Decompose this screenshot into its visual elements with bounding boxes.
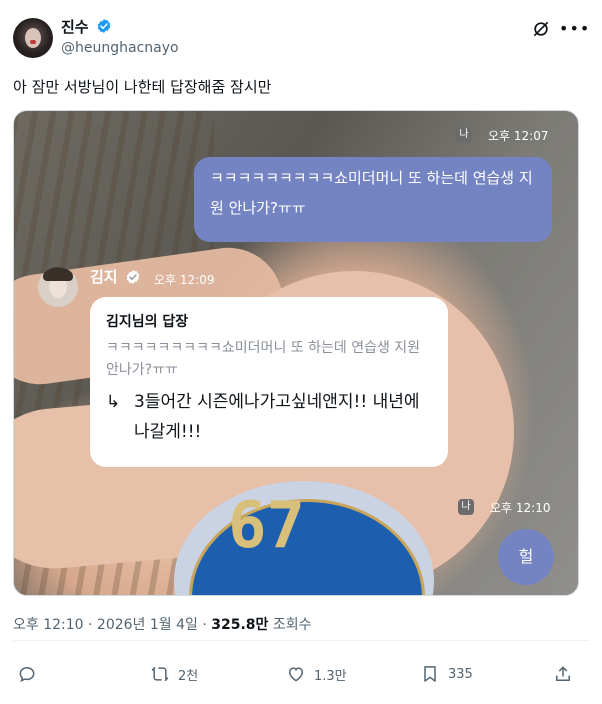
reply-verified-icon	[126, 270, 140, 284]
share-icon	[556, 666, 570, 681]
reply-author-name: 김지	[90, 268, 118, 286]
reply-time: 오후 12:09	[154, 273, 215, 287]
retweet-icon	[151, 666, 169, 682]
grok-icon[interactable]	[531, 19, 551, 39]
author-handle[interactable]: @heunghacnayo	[61, 40, 179, 56]
avatar-mouth	[30, 40, 36, 44]
bookmark-icon	[424, 666, 436, 682]
share-button[interactable]	[553, 662, 581, 686]
like-count: 1.3만	[314, 668, 347, 684]
reply-avatar-hair	[43, 267, 73, 281]
retweet-count: 2천	[178, 668, 199, 684]
more-options-icon[interactable]: •••	[559, 19, 590, 38]
me-label-2: 나	[458, 499, 474, 515]
me-label: 나	[456, 127, 472, 143]
verified-badge-icon	[97, 19, 111, 33]
retweet-button[interactable]: 2천	[150, 662, 198, 686]
reply-author-avatar	[38, 267, 78, 307]
bookmark-button[interactable]: 335	[420, 662, 473, 686]
reply-card-title: 김지님의 답장	[106, 314, 189, 330]
heart-icon	[288, 667, 304, 682]
like-button[interactable]: 1.3만	[286, 662, 347, 686]
view-count: 325.8만	[211, 617, 269, 633]
reply-text: 3들어간 시즌에나가고싶네앤지!! 내년에나갈게!!!	[134, 392, 420, 442]
divider	[13, 640, 589, 641]
reply-body: ↳ 3들어간 시즌에나가고싶네앤지!! 내년에나갈게!!!	[106, 387, 432, 447]
author-avatar[interactable]	[13, 18, 53, 58]
author-display-name[interactable]: 진수	[61, 16, 89, 37]
reply-icon	[19, 666, 35, 683]
tweet-media-image[interactable]: 67 나 오후 12:07 ㅋㅋㅋㅋㅋㅋㅋㅋㅋ쇼미더머니 또 하는데 연습생 지…	[13, 110, 579, 596]
meta-separator: ·	[88, 617, 93, 633]
tweet-time[interactable]: 오후 12:10	[13, 617, 84, 633]
reply-button[interactable]	[17, 662, 45, 686]
tweet-meta: 오후 12:10 · 2026년 1월 4일 · 325.8만 조회수	[13, 614, 312, 634]
bookmark-count: 335	[448, 666, 473, 682]
reply-arrow-icon: ↳	[106, 392, 121, 412]
avatar-face	[25, 28, 41, 48]
meta-separator: ·	[202, 617, 207, 633]
reply-quote: ㅋㅋㅋㅋㅋㅋㅋㅋㅋ쇼미더머니 또 하는데 연습생 지원 안나가?ㅠㅠ	[106, 340, 421, 378]
msg1-bubble: ㅋㅋㅋㅋㅋㅋㅋㅋㅋ쇼미더머니 또 하는데 연습생 지원 안나가?ㅠㅠ	[194, 157, 552, 242]
photo-chip-number: 67	[228, 489, 306, 563]
msg1-time: 오후 12:07	[488, 129, 549, 143]
msg2-time: 오후 12:10	[490, 501, 551, 515]
reply-card: 김지님의 답장 ㅋㅋㅋㅋㅋㅋㅋㅋㅋ쇼미더머니 또 하는데 연습생 지원 안나가?…	[90, 297, 448, 467]
tweet-text: 아 잠만 서방님이 나한테 답장해줌 잠시만	[13, 78, 272, 96]
tweet-date[interactable]: 2026년 1월 4일	[97, 617, 198, 633]
msg2-bubble: 헐	[498, 529, 554, 585]
view-label: 조회수	[272, 617, 312, 633]
